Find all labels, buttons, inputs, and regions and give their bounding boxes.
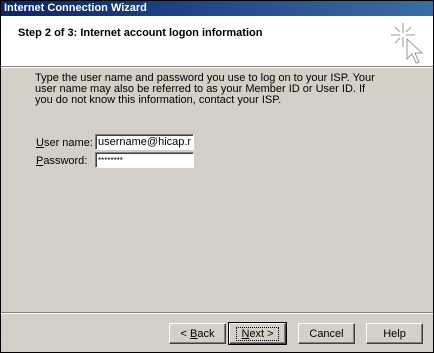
next-button-label: ext > [249, 328, 274, 340]
title-bar[interactable]: Internet Connection Wizard [1, 1, 433, 16]
wizard-window: Internet Connection Wizard Step 2 of 3: … [0, 0, 434, 353]
username-label-text: ser name: [43, 137, 93, 149]
password-field[interactable] [95, 152, 194, 168]
back-button[interactable]: < Back [169, 323, 226, 344]
help-button[interactable]: Help [366, 323, 423, 344]
username-label-accel: U [36, 137, 44, 149]
next-button[interactable]: Next > [228, 322, 287, 345]
next-button-focus: Next > [236, 327, 279, 341]
instructions-text: Type the user name and password you use … [35, 72, 375, 106]
username-field[interactable] [95, 134, 194, 150]
password-label: Password: [36, 155, 87, 167]
back-button-label: ack [197, 328, 215, 340]
window-title: Internet Connection Wizard [4, 2, 147, 14]
step-title: Step 2 of 3: Internet account logon info… [18, 27, 263, 39]
cancel-button[interactable]: Cancel [298, 323, 355, 344]
header-separator [1, 66, 433, 68]
wizard-sparkle-cursor-icon [391, 23, 424, 64]
wizard-header: Step 2 of 3: Internet account logon info… [1, 16, 433, 66]
back-button-prefix: < [180, 328, 190, 340]
footer-separator [1, 312, 433, 314]
username-label: User name: [36, 137, 93, 149]
password-label-text: assword: [43, 155, 88, 167]
